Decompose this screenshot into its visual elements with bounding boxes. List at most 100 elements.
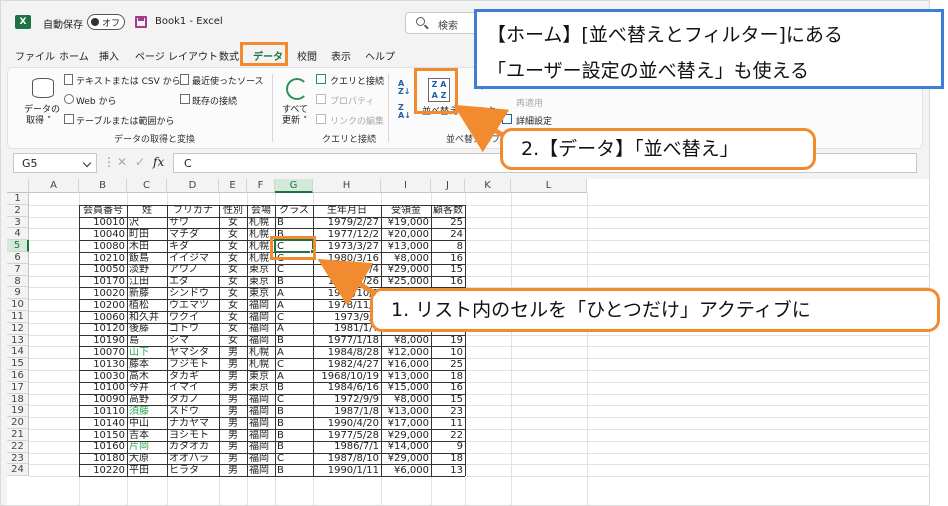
table-cell[interactable]: C (277, 264, 311, 275)
table-cell[interactable]: 東京 (249, 264, 273, 275)
column-header-J[interactable]: J (431, 179, 465, 193)
table-cell[interactable]: 男 (221, 347, 245, 358)
table-cell[interactable]: 18 (433, 371, 463, 382)
table-cell[interactable]: 大原 (129, 453, 165, 464)
table-cell[interactable]: 10080 (81, 241, 125, 252)
table-cell[interactable]: 女 (221, 241, 245, 252)
table-cell[interactable]: 札幌 (249, 347, 273, 358)
table-cell[interactable]: 高野 (129, 394, 165, 405)
row-header-1[interactable]: 1 (7, 193, 29, 205)
table-cell[interactable]: ¥8,000 (383, 335, 429, 346)
row-header-22[interactable]: 22 (7, 440, 29, 453)
table-cell[interactable]: 25 (433, 359, 463, 370)
table-header-cell[interactable]: 会場 (249, 205, 273, 216)
table-cell[interactable]: ¥17,000 (383, 418, 429, 429)
column-header-B[interactable]: B (79, 179, 127, 193)
table-cell[interactable]: B (277, 406, 311, 417)
formula-bar-resize-icon[interactable]: ⋮ (103, 155, 115, 169)
table-cell[interactable]: 25 (433, 217, 463, 228)
table-cell[interactable]: 女 (221, 288, 245, 299)
table-cell[interactable]: 福岡 (249, 453, 273, 464)
table-cell[interactable]: ¥29,000 (383, 430, 429, 441)
table-cell[interactable]: エダ (169, 276, 217, 287)
table-cell[interactable]: 1982/4/27 (315, 359, 379, 370)
table-cell[interactable]: B (277, 382, 311, 393)
table-cell[interactable]: 女 (221, 229, 245, 240)
table-cell[interactable]: シンドウ (169, 288, 217, 299)
row-header-4[interactable]: 4 (7, 228, 29, 241)
row-header-16[interactable]: 16 (7, 370, 29, 382)
row-header-2[interactable]: 2 (7, 204, 29, 217)
from-table-button[interactable]: テーブルまたは範囲から (76, 114, 174, 127)
table-cell[interactable]: 1974/3/26 (315, 276, 379, 287)
table-cell[interactable]: 22 (433, 430, 463, 441)
table-cell[interactable]: 10180 (81, 453, 125, 464)
chevron-down-icon[interactable] (82, 158, 92, 168)
table-cell[interactable]: 中山 (129, 418, 165, 429)
filter-button[interactable]: フィルター (460, 104, 505, 117)
table-cell[interactable]: ¥13,000 (383, 371, 429, 382)
table-cell[interactable]: B (277, 441, 311, 452)
table-cell[interactable]: 今井 (129, 382, 165, 393)
table-cell[interactable]: B (277, 335, 311, 346)
row-header-5[interactable]: 5 (7, 240, 29, 252)
column-header-H[interactable]: H (313, 179, 381, 193)
recent-sources-button[interactable]: 最近使ったソース (192, 74, 264, 87)
table-cell[interactable]: 男 (221, 382, 245, 393)
table-cell[interactable]: 福岡 (249, 323, 273, 334)
table-cell[interactable]: アワノ (169, 264, 217, 275)
row-header-21[interactable]: 21 (7, 429, 29, 441)
table-cell[interactable]: 女 (221, 312, 245, 323)
tab-review[interactable]: 校閲 (297, 48, 317, 63)
row-header-17[interactable]: 17 (7, 381, 29, 394)
table-cell[interactable]: 和久井 (129, 312, 165, 323)
table-cell[interactable]: ¥15,000 (383, 382, 429, 393)
table-cell[interactable]: 1973/3/27 (315, 241, 379, 252)
table-cell[interactable]: 10140 (81, 418, 125, 429)
edit-links-button[interactable]: リンクの編集 (330, 114, 384, 127)
table-cell[interactable]: ¥25,000 (383, 276, 429, 287)
table-cell[interactable]: ¥8,000 (383, 253, 429, 264)
table-cell[interactable]: 1984/8/28 (315, 347, 379, 358)
table-cell[interactable]: 1990/4/20 (315, 418, 379, 429)
table-cell[interactable]: 10200 (81, 300, 125, 311)
table-cell[interactable]: 女 (221, 276, 245, 287)
table-cell[interactable]: 1981/1/7 (315, 323, 379, 334)
table-cell[interactable]: B (277, 418, 311, 429)
row-header-3[interactable]: 3 (7, 216, 29, 229)
row-header-9[interactable]: 9 (7, 287, 29, 300)
tab-file[interactable]: ファイル (15, 48, 55, 63)
table-header-cell[interactable]: 性別 (221, 205, 245, 216)
table-header-cell[interactable]: フリガナ (169, 205, 217, 216)
table-cell[interactable]: 後藤 (129, 323, 165, 334)
table-cell[interactable]: A (277, 300, 311, 311)
table-cell[interactable]: 江田 (129, 276, 165, 287)
table-cell[interactable]: 高木 (129, 371, 165, 382)
table-cell[interactable]: 10170 (81, 276, 125, 287)
table-cell[interactable]: A (277, 288, 311, 299)
row-header-7[interactable]: 7 (7, 263, 29, 276)
table-cell[interactable]: ウエマツ (169, 300, 217, 311)
table-cell[interactable]: 男 (221, 394, 245, 405)
table-cell[interactable]: カタオカ (169, 441, 217, 452)
table-cell[interactable]: 13 (433, 465, 463, 476)
table-cell[interactable]: 男 (221, 441, 245, 452)
table-header-cell[interactable]: 姓 (129, 205, 165, 216)
table-cell[interactable]: 10040 (81, 229, 125, 240)
table-cell[interactable]: 女 (221, 300, 245, 311)
table-cell[interactable]: 福岡 (249, 418, 273, 429)
row-header-6[interactable]: 6 (7, 252, 29, 264)
table-cell[interactable]: 1987/8/10 (315, 453, 379, 464)
queries-connections-button[interactable]: クエリと接続 (330, 74, 384, 87)
table-cell[interactable]: 23 (433, 406, 463, 417)
reapply-button[interactable]: 再適用 (516, 96, 543, 109)
table-cell[interactable]: 飯島 (129, 253, 165, 264)
table-cell[interactable]: 東京 (249, 288, 273, 299)
worksheet-grid[interactable]: A B C D E F G H I J K L 1 2 3 4 5 6 7 8 9 10 11 12 13 14 15 16 17 18 1… (7, 179, 929, 505)
row-header-24[interactable]: 24 (7, 464, 29, 477)
table-cell[interactable]: ¥19,000 (383, 217, 429, 228)
from-text-csv-button[interactable]: テキストまたは CSV から (76, 74, 181, 87)
column-header-A[interactable]: A (29, 179, 79, 193)
table-cell[interactable]: 10030 (81, 371, 125, 382)
table-cell[interactable]: 淡野 (129, 264, 165, 275)
